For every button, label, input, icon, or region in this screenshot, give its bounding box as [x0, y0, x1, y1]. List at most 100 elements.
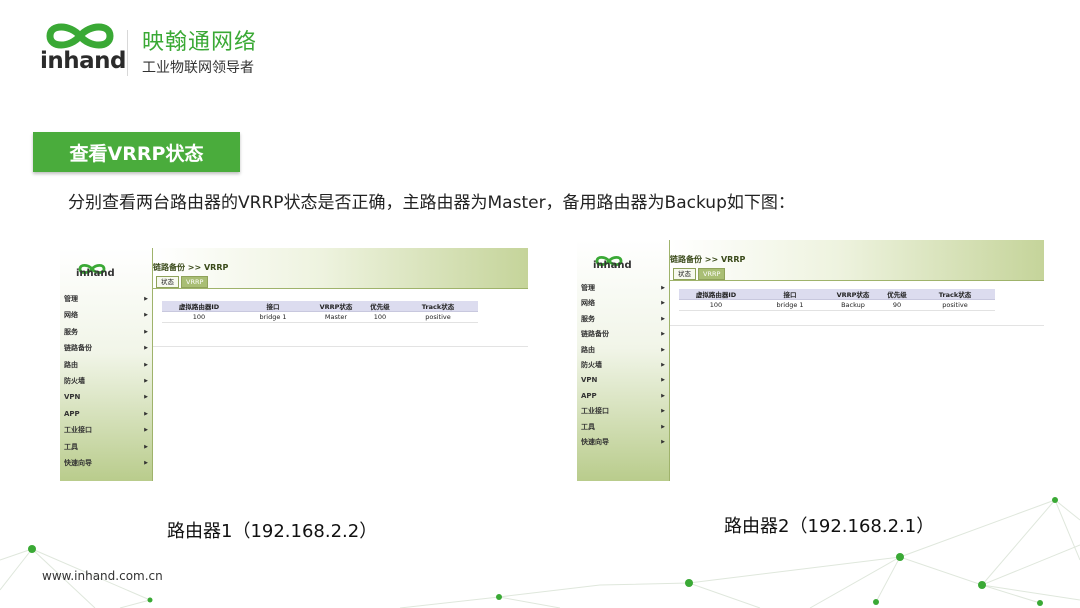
cell-priority: 90 [879, 299, 915, 311]
chevron-right-icon: ▶ [144, 328, 148, 335]
router1-menu-item-quick-wizard[interactable]: 快速向导 ▶ [64, 455, 148, 471]
chevron-right-icon: ▶ [144, 296, 148, 302]
chevron-right-icon: ▶ [661, 331, 665, 338]
router1-menu-item-tools[interactable]: 工具 ▶ [64, 439, 148, 455]
router1-menu-item-app[interactable]: APP ▶ [64, 406, 148, 422]
router2-sidebar: inhand 管理 ▶ 网络 ▶ 服务 ▶ 链路备份 ▶ 路由 ▶ 防火墙 ▶ VPN ▶ A… [577, 240, 670, 481]
section-description: 分别查看两台路由器的VRRP状态是否正确，主路由器为Master，备用路由器为B… [68, 193, 795, 213]
router2-tab-status[interactable]: 状态 [673, 268, 696, 280]
chevron-right-icon: ▶ [144, 361, 148, 368]
router2-menu-item-service[interactable]: 服务 ▶ [581, 312, 665, 327]
col-priority: 优先级 [362, 301, 398, 312]
router1-menu-item-vpn[interactable]: VPN ▶ [64, 389, 148, 405]
router2-menu-item-app[interactable]: APP ▶ [581, 389, 665, 404]
table-row: 100 bridge 1 Backup 90 positive [679, 299, 995, 311]
col-interface: 接口 [236, 301, 310, 312]
router2-menu-item-quick-wizard[interactable]: 快速向导 ▶ [581, 435, 665, 450]
header-divider [127, 30, 128, 76]
router2-logo-wordmark: inhand [593, 260, 632, 271]
router2-vrrp-table: 虚拟路由器ID 接口 VRRP状态 优先级 Track状态 100 bridge… [679, 289, 995, 311]
router2-menu-item-vpn[interactable]: VPN ▶ [581, 373, 665, 388]
cell-track-state: positive [915, 299, 995, 311]
chevron-right-icon: ▶ [661, 285, 665, 291]
router2-menu: 管理 ▶ 网络 ▶ 服务 ▶ 链路备份 ▶ 路由 ▶ 防火墙 ▶ VPN ▶ APP ▶ 工业接… [581, 281, 665, 450]
router1-vrrp-table: 虚拟路由器ID 接口 VRRP状态 优先级 Track状态 100 bridge… [162, 301, 478, 323]
chevron-right-icon: ▶ [144, 394, 148, 401]
router1-breadcrumb: 链路备份 >> VRRP [153, 263, 229, 272]
brand-name: 映翰通网络 [142, 30, 258, 55]
col-interface: 接口 [753, 289, 827, 300]
col-virtual-router-id: 虚拟路由器ID [679, 289, 753, 300]
chevron-right-icon: ▶ [144, 377, 148, 384]
router2-menu-item-manage[interactable]: 管理 ▶ [581, 281, 665, 296]
router1-menu-item-network[interactable]: 网络 ▶ [64, 307, 148, 323]
footer-website: www.inhand.com.cn [42, 569, 163, 583]
router1-content: 虚拟路由器ID 接口 VRRP状态 优先级 Track状态 100 bridge… [153, 289, 528, 481]
chevron-right-icon: ▶ [144, 312, 148, 319]
router2-content: 虚拟路由器ID 接口 VRRP状态 优先级 Track状态 100 bridge… [670, 281, 1044, 481]
cell-interface: bridge 1 [753, 299, 827, 311]
chevron-right-icon: ▶ [144, 459, 148, 466]
router2-menu-item-network[interactable]: 网络 ▶ [581, 296, 665, 311]
cell-vrrp-state: Backup [827, 299, 879, 311]
router2-menu-item-tools[interactable]: 工具 ▶ [581, 420, 665, 435]
router2-menu-item-industrial-interface[interactable]: 工业接口 ▶ [581, 404, 665, 419]
chevron-right-icon: ▶ [661, 423, 665, 430]
logo-wordmark: inhand [40, 48, 127, 74]
content-divider [153, 346, 528, 347]
router2-tab-vrrp[interactable]: VRRP [698, 268, 726, 280]
chevron-right-icon: ▶ [144, 410, 148, 417]
router2-topbar: 链路备份 >> VRRP 状态 VRRP [670, 240, 1044, 281]
chevron-right-icon: ▶ [661, 300, 665, 307]
col-virtual-router-id: 虚拟路由器ID [162, 301, 236, 312]
router2-menu-item-link-backup[interactable]: 链路备份 ▶ [581, 327, 665, 342]
router1-caption: 路由器1（192.168.2.2） [167, 521, 378, 542]
table-header-row: 虚拟路由器ID 接口 VRRP状态 优先级 Track状态 [679, 289, 995, 300]
chevron-right-icon: ▶ [661, 377, 665, 384]
chevron-right-icon: ▶ [661, 408, 665, 415]
col-vrrp-state: VRRP状态 [827, 289, 879, 300]
chevron-right-icon: ▶ [661, 361, 665, 368]
chevron-right-icon: ▶ [661, 392, 665, 399]
router2-menu-item-routing[interactable]: 路由 ▶ [581, 343, 665, 358]
cell-track-state: positive [398, 311, 478, 323]
cell-virtual-router-id: 100 [679, 299, 753, 311]
router1-logo-wordmark: inhand [76, 268, 115, 279]
router2-screenshot: inhand 管理 ▶ 网络 ▶ 服务 ▶ 链路备份 ▶ 路由 ▶ 防火墙 ▶ VPN ▶ A… [577, 240, 1044, 481]
router1-menu-item-firewall[interactable]: 防火墙 ▶ [64, 373, 148, 389]
router1-menu: 管理 ▶ 网络 ▶ 服务 ▶ 链路备份 ▶ 路由 ▶ 防火墙 ▶ VPN ▶ APP ▶ 工业接… [64, 291, 148, 471]
chevron-right-icon: ▶ [144, 345, 148, 352]
chevron-right-icon: ▶ [661, 346, 665, 353]
router1-tabs: 状态 VRRP [156, 276, 209, 288]
router1-topbar: 链路备份 >> VRRP 状态 VRRP [153, 248, 528, 289]
table-header-row: 虚拟路由器ID 接口 VRRP状态 优先级 Track状态 [162, 301, 478, 312]
router1-sidebar: inhand 管理 ▶ 网络 ▶ 服务 ▶ 链路备份 ▶ 路由 ▶ 防火墙 ▶ VPN ▶ A… [60, 248, 153, 481]
cell-interface: bridge 1 [236, 311, 310, 323]
col-priority: 优先级 [879, 289, 915, 300]
router1-screenshot: inhand 管理 ▶ 网络 ▶ 服务 ▶ 链路备份 ▶ 路由 ▶ 防火墙 ▶ VPN ▶ A… [60, 248, 528, 481]
router1-tab-vrrp[interactable]: VRRP [181, 276, 209, 288]
router2-menu-item-firewall[interactable]: 防火墙 ▶ [581, 358, 665, 373]
chevron-right-icon: ▶ [144, 427, 148, 434]
brand-slogan: 工业物联网领导者 [142, 60, 254, 76]
cell-vrrp-state: Master [310, 311, 362, 323]
router2-tabs: 状态 VRRP [673, 268, 726, 280]
router1-menu-item-service[interactable]: 服务 ▶ [64, 324, 148, 340]
content-divider [670, 325, 1044, 326]
col-vrrp-state: VRRP状态 [310, 301, 362, 312]
col-track-state: Track状态 [915, 289, 995, 300]
chevron-right-icon: ▶ [144, 443, 148, 450]
table-row: 100 bridge 1 Master 100 positive [162, 311, 478, 323]
router2-breadcrumb: 链路备份 >> VRRP [670, 255, 746, 264]
router1-menu-item-routing[interactable]: 路由 ▶ [64, 357, 148, 373]
router1-menu-item-manage[interactable]: 管理 ▶ [64, 291, 148, 307]
col-track-state: Track状态 [398, 301, 478, 312]
cell-virtual-router-id: 100 [162, 311, 236, 323]
router2-caption: 路由器2（192.168.2.1） [724, 516, 935, 537]
router1-menu-item-link-backup[interactable]: 链路备份 ▶ [64, 340, 148, 356]
router1-tab-status[interactable]: 状态 [156, 276, 179, 288]
chevron-right-icon: ▶ [661, 438, 665, 445]
cell-priority: 100 [362, 311, 398, 323]
router1-menu-item-industrial-interface[interactable]: 工业接口 ▶ [64, 422, 148, 438]
chevron-right-icon: ▶ [661, 315, 665, 322]
